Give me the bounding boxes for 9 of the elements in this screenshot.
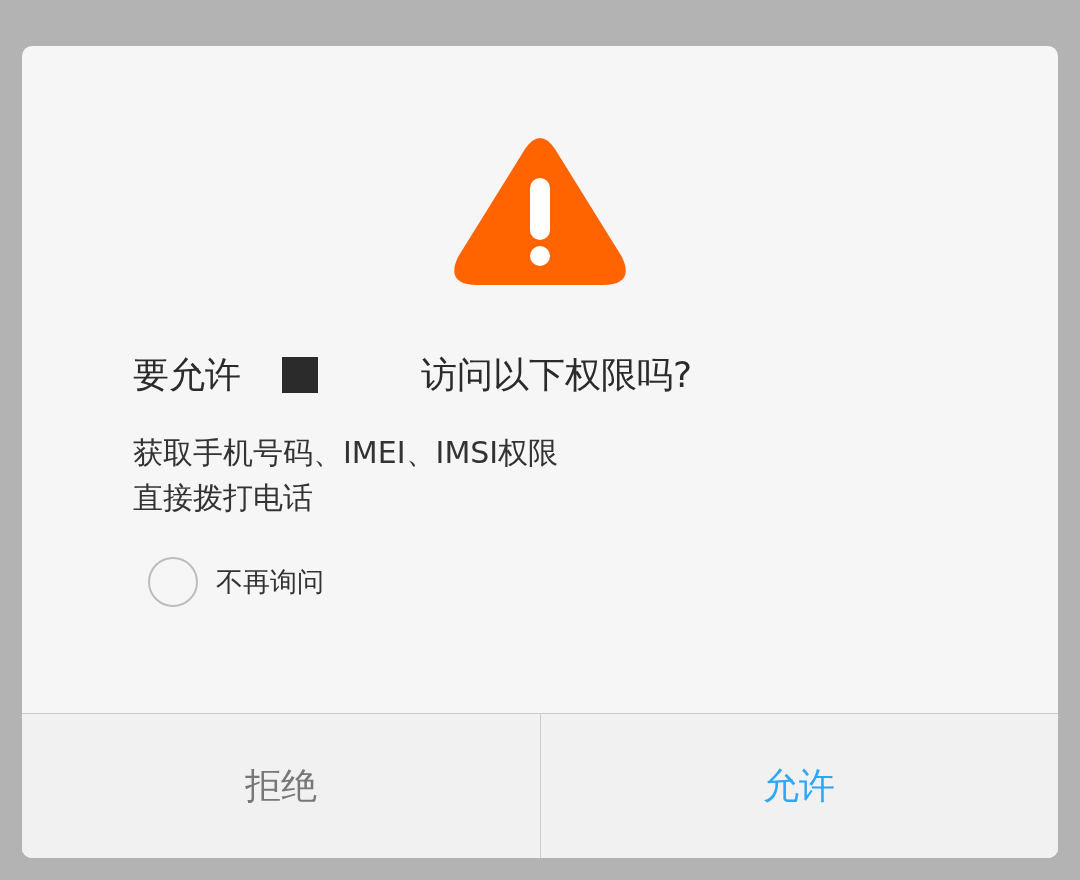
allow-button[interactable]: 允许 xyxy=(539,714,1058,858)
dialog-title: 访问以下权限吗? xyxy=(421,353,693,397)
redaction-block xyxy=(282,357,318,393)
permission-text: 获取手机号码、IMEI、IMSI权限 xyxy=(133,434,559,472)
dialog-title: 要允许 xyxy=(133,353,241,397)
dont-ask-again-label[interactable]: 不再询问 xyxy=(216,564,324,600)
permission-text: 直接拨打电话 xyxy=(133,479,313,517)
warning-icon xyxy=(453,137,627,285)
radio-button[interactable] xyxy=(148,557,198,607)
